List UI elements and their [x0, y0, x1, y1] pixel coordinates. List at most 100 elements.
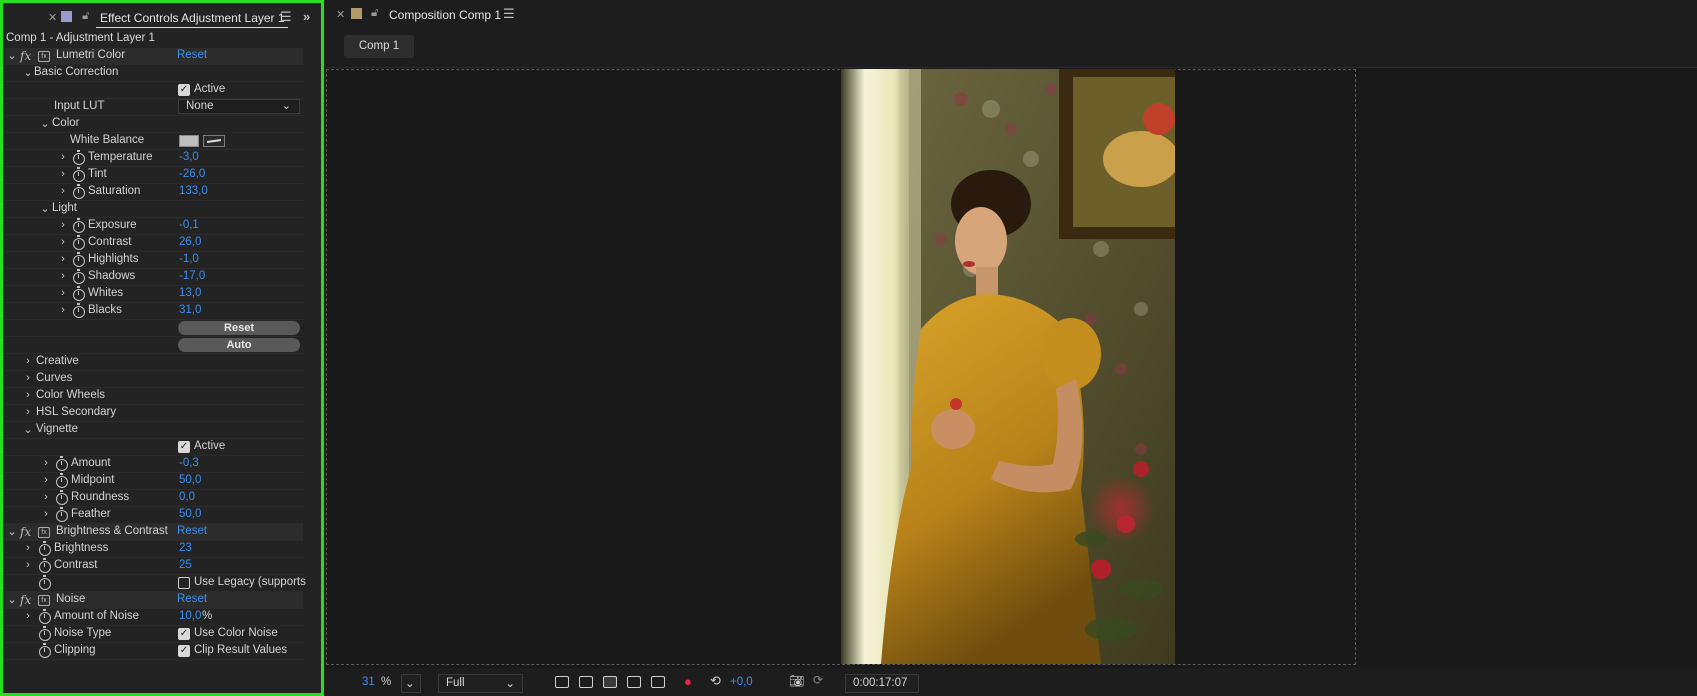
transparency-grid-icon[interactable]: [579, 676, 593, 688]
reset-link[interactable]: Reset: [177, 593, 207, 605]
stopwatch-icon[interactable]: [39, 643, 51, 658]
chevron-down-icon[interactable]: ⌄: [7, 49, 17, 62]
chevron-right-icon[interactable]: ›: [23, 559, 33, 571]
magnification-value[interactable]: 31: [362, 676, 375, 688]
label-color-swatch[interactable]: [351, 8, 362, 19]
effect-row-brightness-contrast[interactable]: ⌄ fx fx Brightness & Contrast Reset: [3, 524, 303, 541]
chevron-right-icon[interactable]: ›: [23, 610, 33, 622]
resolution-dropdown[interactable]: Full ⌄: [438, 674, 523, 693]
chevron-right-icon[interactable]: ›: [58, 151, 68, 163]
auto-button[interactable]: Auto: [178, 338, 300, 352]
stopwatch-icon[interactable]: [73, 150, 85, 165]
close-tab-icon[interactable]: ✕: [48, 11, 57, 24]
reset-link[interactable]: Reset: [177, 49, 207, 61]
panel-menu-icon[interactable]: ☰: [280, 9, 292, 25]
stopwatch-icon[interactable]: [73, 269, 85, 284]
lock-icon[interactable]: 🔓︎: [82, 10, 89, 23]
chevron-right-icon[interactable]: ›: [41, 508, 51, 520]
chevron-right-icon[interactable]: ›: [58, 287, 68, 299]
reset-exposure-icon[interactable]: ⟲: [710, 673, 721, 689]
use-color-noise-checkbox[interactable]: ✓: [178, 628, 190, 640]
chevron-down-icon[interactable]: ⌄: [23, 423, 33, 436]
magnification-dropdown[interactable]: ⌄: [401, 674, 421, 693]
mask-visibility-icon[interactable]: [603, 676, 617, 688]
stopwatch-icon[interactable]: [73, 218, 85, 233]
chevron-right-icon[interactable]: ›: [58, 253, 68, 265]
vignette-active-checkbox[interactable]: ✓: [178, 441, 190, 453]
chevron-down-icon[interactable]: ⌄: [7, 593, 17, 606]
stopwatch-icon[interactable]: [73, 184, 85, 199]
param-value[interactable]: -26,0: [179, 168, 205, 180]
fast-previews-icon[interactable]: [555, 676, 569, 688]
expand-panels-icon[interactable]: »: [303, 9, 310, 24]
chevron-right-icon[interactable]: ›: [23, 389, 33, 401]
chevron-down-icon[interactable]: ⌄: [23, 66, 33, 79]
snapshot-camera-icon[interactable]: 📷︎: [789, 674, 804, 688]
stopwatch-icon[interactable]: [73, 303, 85, 318]
group-color[interactable]: ⌄ Color: [3, 116, 303, 133]
param-value[interactable]: 13,0: [179, 287, 201, 299]
param-value[interactable]: 50,0: [179, 474, 201, 486]
input-lut-dropdown[interactable]: None ⌄: [178, 99, 300, 114]
param-value[interactable]: 50,0: [179, 508, 201, 520]
group-light[interactable]: ⌄ Light: [3, 201, 303, 218]
stopwatch-icon[interactable]: [73, 252, 85, 267]
lock-icon[interactable]: 🔓︎: [371, 7, 378, 20]
stopwatch-icon[interactable]: [39, 558, 51, 573]
stopwatch-icon[interactable]: [56, 473, 68, 488]
show-channel-icon[interactable]: ●: [684, 674, 692, 689]
effect-row-noise[interactable]: ⌄ fx fx Noise Reset: [3, 592, 303, 609]
chevron-down-icon[interactable]: ⌄: [40, 202, 50, 215]
param-value[interactable]: 133,0: [179, 185, 208, 197]
stopwatch-icon[interactable]: [39, 626, 51, 641]
fx-toggle-icon[interactable]: fx: [20, 593, 31, 607]
stopwatch-icon[interactable]: [56, 490, 68, 505]
stopwatch-icon[interactable]: [73, 286, 85, 301]
stopwatch-icon[interactable]: [73, 235, 85, 250]
stopwatch-icon[interactable]: [39, 575, 51, 590]
guides-grid-icon[interactable]: [651, 676, 665, 688]
group-creative[interactable]: › Creative: [3, 354, 303, 371]
chevron-right-icon[interactable]: ›: [41, 474, 51, 486]
stopwatch-icon[interactable]: [39, 541, 51, 556]
param-value[interactable]: -17,0: [179, 270, 205, 282]
white-balance-swatch[interactable]: [179, 135, 199, 147]
param-value[interactable]: 0,0: [179, 491, 195, 503]
use-legacy-checkbox[interactable]: [178, 577, 190, 589]
chevron-down-icon[interactable]: ⌄: [7, 525, 17, 538]
show-snapshot-icon[interactable]: ⟳: [813, 673, 823, 687]
param-value[interactable]: 26,0: [179, 236, 201, 248]
chevron-right-icon[interactable]: ›: [58, 219, 68, 231]
reset-button[interactable]: Reset: [178, 321, 300, 335]
chevron-right-icon[interactable]: ›: [23, 355, 33, 367]
composition-tab-title[interactable]: Composition Comp 1: [389, 8, 501, 22]
stopwatch-icon[interactable]: [56, 456, 68, 471]
group-curves[interactable]: › Curves: [3, 371, 303, 388]
group-vignette[interactable]: ⌄ Vignette: [3, 422, 303, 439]
group-hsl-secondary[interactable]: › HSL Secondary: [3, 405, 303, 422]
reset-link[interactable]: Reset: [177, 525, 207, 537]
chevron-right-icon[interactable]: ›: [23, 406, 33, 418]
panel-menu-icon[interactable]: ☰: [503, 6, 515, 22]
chevron-right-icon[interactable]: ›: [58, 168, 68, 180]
chevron-right-icon[interactable]: ›: [41, 491, 51, 503]
chevron-right-icon[interactable]: ›: [58, 236, 68, 248]
chevron-down-icon[interactable]: ⌄: [40, 117, 50, 130]
stopwatch-icon[interactable]: [73, 167, 85, 182]
chevron-right-icon[interactable]: ›: [58, 270, 68, 282]
param-value[interactable]: 25: [179, 559, 192, 571]
stopwatch-icon[interactable]: [56, 507, 68, 522]
param-value[interactable]: -3,0: [179, 151, 199, 163]
active-checkbox[interactable]: ✓: [178, 84, 190, 96]
chevron-right-icon[interactable]: ›: [41, 457, 51, 469]
label-color-swatch[interactable]: [61, 11, 72, 22]
current-time-display[interactable]: 0:00:17:07: [845, 674, 919, 693]
eyedropper-icon[interactable]: [203, 135, 225, 147]
param-value[interactable]: -0,1: [179, 219, 199, 231]
param-value[interactable]: 10,0: [179, 610, 201, 622]
chevron-right-icon[interactable]: ›: [58, 185, 68, 197]
param-value[interactable]: -0,3: [179, 457, 199, 469]
param-value[interactable]: 31,0: [179, 304, 201, 316]
exposure-value[interactable]: +0,0: [730, 676, 753, 688]
fx-toggle-icon[interactable]: fx: [20, 525, 31, 539]
